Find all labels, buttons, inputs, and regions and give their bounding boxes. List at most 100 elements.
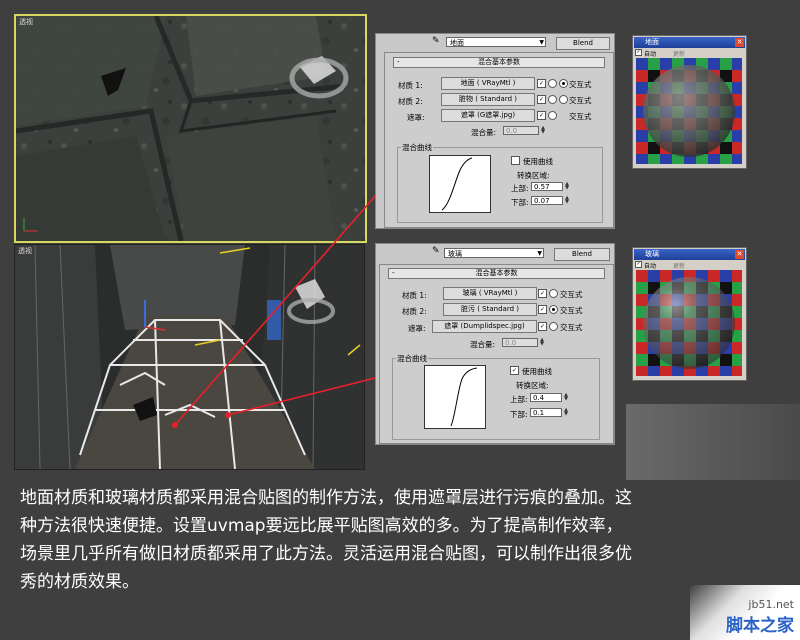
preview-window-ground: 地面 ✕ ✓ 自动 更新 <box>632 35 747 169</box>
mat2-label: 材质 2: <box>398 96 423 107</box>
site-logo: jb51.net 脚本之家 <box>726 598 794 636</box>
mat1-label: 材质 1: <box>398 80 423 91</box>
mat2-button[interactable]: 脏污 ( Standard ) <box>443 303 537 316</box>
blend-curve-graph <box>429 155 491 213</box>
mat1-button[interactable]: 玻璃 ( VRayMtl ) <box>443 287 537 300</box>
eyedropper-icon[interactable]: ✎ <box>432 246 440 256</box>
rollout-blend-params: -混合基本参数 材质 1: 玻璃 ( VRayMtl ) ✓ 交互式 材质 2:… <box>379 264 614 444</box>
material-name: 地面 <box>450 39 464 47</box>
mat1-enable-checkbox[interactable]: ✓ <box>537 79 546 88</box>
preview-title: 玻璃 <box>645 250 659 258</box>
mat1-enable-checkbox[interactable]: ✓ <box>538 289 547 298</box>
interactive-label: 交互式 <box>560 305 583 316</box>
eyedropper-icon[interactable]: ✎ <box>432 36 440 46</box>
preview-titlebar[interactable]: 地面 ✕ <box>634 37 745 48</box>
lower-spinner[interactable]: ▲▼ <box>563 408 569 417</box>
update-button[interactable]: 更新 <box>673 261 685 270</box>
interactive-label: 交互式 <box>560 322 583 333</box>
upper-spinner[interactable]: ▲▼ <box>563 393 569 402</box>
preview-titlebar[interactable]: 玻璃 ✕ <box>634 249 745 260</box>
callout-line-ground <box>175 170 398 425</box>
material-type-button[interactable]: Blend <box>554 248 610 261</box>
mat2-button[interactable]: 脏物 ( Standard ) <box>441 93 535 106</box>
use-curve-label: 使用曲线 <box>522 366 552 377</box>
lower-label: 下部: <box>510 409 528 420</box>
auto-checkbox[interactable]: ✓ <box>635 261 642 268</box>
rollout-blend-params: -混合基本参数 材质 1: 地面 ( VRayMtl ) ✓ 交互式 材质 2:… <box>384 52 614 228</box>
mix-amount-spinner[interactable]: ▲▼ <box>540 126 546 135</box>
update-button[interactable]: 更新 <box>673 49 685 58</box>
upper-spinner[interactable]: ▲▼ <box>564 182 570 191</box>
mask-interactive-radio[interactable] <box>548 111 557 120</box>
use-curve-checkbox[interactable] <box>511 156 520 165</box>
mix-amount-spinner[interactable]: ▲▼ <box>539 338 545 347</box>
mat1-button[interactable]: 地面 ( VRayMtl ) <box>441 77 535 90</box>
mat2-enable-checkbox[interactable]: ✓ <box>538 305 547 314</box>
lower-field[interactable]: 0.1 <box>530 408 562 417</box>
use-curve-label: 使用曲线 <box>523 156 553 167</box>
material-name-dropdown[interactable]: 玻璃 ▼ <box>444 248 544 258</box>
material-type-button[interactable]: Blend <box>556 37 610 50</box>
mask-label: 遮罩: <box>408 323 426 334</box>
mat2-enable-checkbox[interactable]: ✓ <box>537 95 546 104</box>
interactive-label: 交互式 <box>560 289 583 300</box>
material-name: 玻璃 <box>448 250 462 258</box>
upper-label: 上部: <box>510 394 528 405</box>
upper-label: 上部: <box>511 183 529 194</box>
mask-enable-checkbox[interactable]: ✓ <box>538 322 547 331</box>
chevron-down-icon: ▼ <box>539 38 544 48</box>
material-panel-glass: ✎ 玻璃 ▼ Blend -混合基本参数 材质 1: 玻璃 ( VRayMtl )… <box>375 243 615 445</box>
mix-amount-label: 混合量: <box>470 339 495 350</box>
decorative-block <box>626 404 800 480</box>
mat1-label: 材质 1: <box>402 290 427 301</box>
mat2-interactive-radio-on[interactable] <box>549 305 558 314</box>
preview-toolbar: ✓ 自动 更新 <box>635 261 744 269</box>
close-icon[interactable]: ✕ <box>735 250 744 259</box>
mat2-label: 材质 2: <box>402 306 427 317</box>
lower-field[interactable]: 0.07 <box>531 196 563 205</box>
caption: 地面材质和玻璃材质都采用混合贴图的制作方法，使用遮罩层进行污痕的叠加。这 种方法… <box>20 484 790 596</box>
interactive-label: 交互式 <box>569 95 592 106</box>
mat2-interactive-radio[interactable] <box>548 95 557 104</box>
caption-line: 地面材质和玻璃材质都采用混合贴图的制作方法，使用遮罩层进行污痕的叠加。这 <box>20 484 790 512</box>
lower-spinner[interactable]: ▲▼ <box>564 196 570 205</box>
mask-label: 遮罩: <box>407 112 425 123</box>
rollout-title: 混合基本参数 <box>476 269 518 277</box>
preview-sphere-glass <box>636 270 742 376</box>
auto-label: 自动 <box>644 49 656 58</box>
material-panel-ground: ✎ 地面 ▼ Blend -混合基本参数 材质 1: 地面 ( VRayMtl )… <box>375 33 615 229</box>
mask-enable-checkbox[interactable]: ✓ <box>537 111 546 120</box>
interactive-label: 交互式 <box>569 79 592 90</box>
preview-window-glass: 玻璃 ✕ ✓ 自动 更新 <box>632 247 747 381</box>
material-name-dropdown[interactable]: 地面 ▼ <box>446 37 546 47</box>
chevron-down-icon: ▼ <box>537 249 542 259</box>
upper-field[interactable]: 0.4 <box>530 393 562 402</box>
callout-dot <box>172 422 178 428</box>
mask-button[interactable]: 遮罩 (Dumplidspec.jpg) <box>432 320 537 333</box>
mask-interactive-radio[interactable] <box>549 322 558 331</box>
mat2-interactive-radio-off[interactable] <box>559 95 568 104</box>
auto-label: 自动 <box>644 261 656 270</box>
interactive-label: 交互式 <box>569 111 592 122</box>
close-icon[interactable]: ✕ <box>735 38 744 47</box>
mat1-interactive-radio[interactable] <box>549 289 558 298</box>
rollout-title: 混合基本参数 <box>478 58 520 66</box>
mix-amount-label: 混合量: <box>471 127 496 138</box>
curve-group-label: 混合曲线 <box>396 353 428 364</box>
blend-curve-graph <box>424 365 486 429</box>
curve-group-label: 混合曲线 <box>401 142 433 153</box>
mix-amount-field[interactable]: 0.0 <box>502 338 538 347</box>
auto-checkbox[interactable]: ✓ <box>635 49 642 56</box>
caption-line: 种方法很快速便捷。设置uvmap要远比展平贴图高效的多。为了提高制作效率， <box>20 512 790 540</box>
preview-toolbar: ✓ 自动 更新 <box>635 49 744 57</box>
mask-button[interactable]: 遮罩 (G遮罩.jpg) <box>441 109 535 122</box>
transition-label: 转换区域: <box>517 170 550 181</box>
rollout-header[interactable]: -混合基本参数 <box>388 268 605 279</box>
use-curve-checkbox[interactable]: ✓ <box>510 366 519 375</box>
rollout-header[interactable]: -混合基本参数 <box>393 57 605 68</box>
mat1-interactive-radio-on[interactable] <box>559 79 568 88</box>
mat1-interactive-radio[interactable] <box>548 79 557 88</box>
upper-field[interactable]: 0.57 <box>531 182 563 191</box>
mix-amount-field[interactable]: 0.0 <box>503 126 539 135</box>
watermark-url: jb51.net <box>726 598 794 611</box>
